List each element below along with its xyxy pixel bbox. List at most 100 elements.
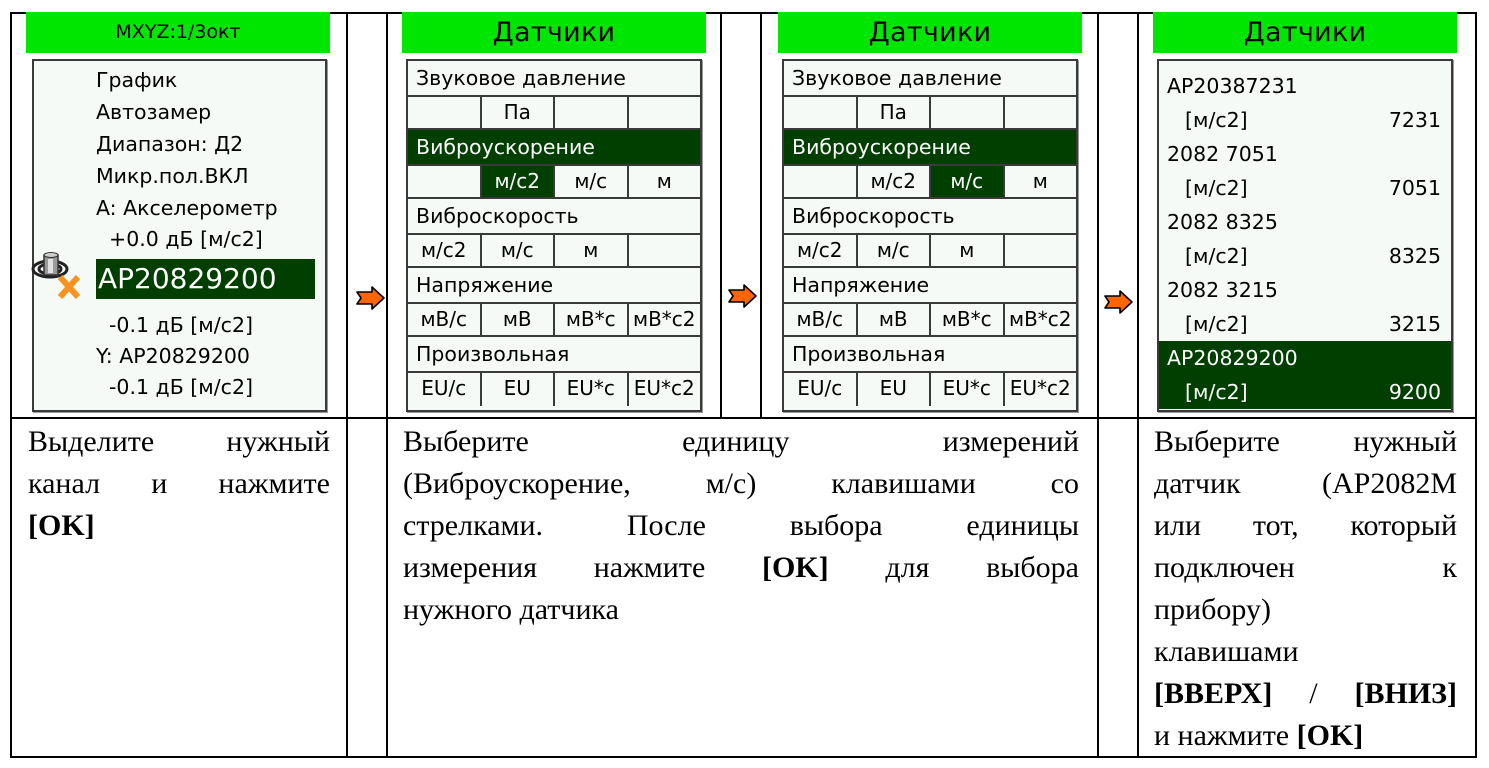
unit-option[interactable]: м	[1005, 166, 1077, 197]
unit-row: Па	[784, 97, 1076, 130]
unit-option[interactable]: м/с	[482, 235, 555, 266]
sensor-code: 8325	[1388, 244, 1441, 268]
menu-item-range[interactable]: Диапазон: Д2	[96, 129, 243, 159]
table-col-line	[1097, 12, 1099, 758]
unit-option[interactable]: м/с2	[858, 166, 931, 197]
device-screen-units-step2: Датчики Звуковое давление Па Виброускорени…	[778, 12, 1082, 412]
screen-header: Датчики	[1153, 12, 1457, 53]
instruction-line: нужного датчика	[403, 589, 1079, 631]
unit-option[interactable]: м	[629, 166, 701, 197]
unit-option[interactable]: мВ/с	[408, 304, 482, 335]
unit-option[interactable]	[931, 97, 1005, 128]
screen-body: Звуковое давление Па Виброускорение м/с2 м/с…	[782, 59, 1078, 412]
unit-option[interactable]	[784, 166, 858, 197]
sensor-list-item[interactable]: 2082 8325 [м/с2] 8325	[1159, 205, 1451, 273]
unit-option[interactable]: м	[555, 235, 629, 266]
unit-option[interactable]: EU*c2	[629, 373, 701, 406]
measurement-type-item[interactable]: Виброскорость	[408, 199, 700, 235]
channel-a-label[interactable]: A: Акселерометр	[96, 193, 278, 223]
unit-option[interactable]	[1005, 97, 1077, 128]
unit-option[interactable]: EU/c	[408, 373, 482, 406]
instruction-line: канал и нажмите	[28, 463, 330, 505]
instruction-line: подключен к	[1154, 547, 1457, 589]
instruction-text: Выберите нужный	[1154, 425, 1457, 458]
unit-option[interactable]: мВ/с	[784, 304, 858, 335]
unit-option[interactable]: мВ	[482, 304, 555, 335]
sensor-list-item[interactable]: AP20829200 [м/с2] 9200	[1159, 341, 1451, 409]
sensor-code: 7231	[1388, 108, 1441, 132]
instruction-text: Выделите нужный	[28, 425, 330, 458]
unit-option[interactable]	[408, 166, 482, 197]
measurement-type-item[interactable]: Напряжение	[784, 268, 1076, 304]
menu-item-automeasure[interactable]: Автозамер	[96, 97, 211, 127]
sensor-list-item[interactable]: 2082 7051 [м/с2] 7051	[1159, 137, 1451, 205]
selected-sensor-item[interactable]: AP20829200	[96, 259, 315, 299]
measurement-type-item[interactable]: Виброускорение	[784, 130, 1076, 166]
arrow-right-icon	[356, 286, 385, 310]
measurement-type-item[interactable]: Виброскорость	[784, 199, 1076, 235]
unit-option[interactable]	[555, 97, 629, 128]
measurement-type-item[interactable]: Звуковое давление	[784, 61, 1076, 97]
instruction-text: клавишами	[1154, 635, 1299, 668]
unit-option[interactable]: мВ*с	[931, 304, 1005, 335]
instruction-text: для выбора	[828, 551, 1079, 584]
unit-option[interactable]	[629, 97, 701, 128]
unit-option[interactable]: мВ*с2	[1005, 304, 1077, 335]
instruction-line: (Виброускорение, м/с) клавишами со	[403, 463, 1079, 505]
unit-option[interactable]: мВ*с2	[629, 304, 701, 335]
unit-row: м/с2 м/с м	[784, 166, 1076, 199]
unit-option[interactable]: м	[931, 235, 1005, 266]
unit-option[interactable]	[629, 235, 701, 266]
unit-option[interactable]: EU*c2	[1005, 373, 1077, 406]
sensor-list-item[interactable]: 2082 3215 [м/с2] 3215	[1159, 273, 1451, 341]
channel-y-label[interactable]: Y: AP20829200	[96, 341, 250, 371]
unit-option[interactable]: мВ*с	[555, 304, 629, 335]
measurement-type-item[interactable]: Звуковое давление	[408, 61, 700, 97]
instruction-line: [OK]	[28, 505, 330, 547]
key-label: [OK]	[761, 551, 829, 584]
instruction-line: датчик (AP2082M	[1154, 463, 1457, 505]
unit-option[interactable]: м/с2	[784, 235, 858, 266]
table-col-line	[346, 12, 348, 758]
arrow-right-icon	[1104, 290, 1133, 314]
unit-option[interactable]: Па	[858, 97, 931, 128]
unit-option[interactable]: EU	[858, 373, 931, 406]
instruction-line: стрелками. После выбора единицы	[403, 505, 1079, 547]
unit-option[interactable]: м/с	[858, 235, 931, 266]
unit-option[interactable]: м/с2	[481, 166, 555, 197]
instruction-line: Выделите нужный	[28, 421, 330, 463]
unit-option[interactable]: м/с	[931, 166, 1005, 197]
unit-option[interactable]: Па	[482, 97, 555, 128]
menu-item-graph[interactable]: График	[96, 65, 177, 95]
measurement-type-item[interactable]: Напряжение	[408, 268, 700, 304]
instruction-line: клавишами	[1154, 631, 1457, 673]
measurement-type-item[interactable]: Виброускорение	[408, 130, 700, 166]
measurement-type-item[interactable]: Произвольная	[408, 337, 700, 373]
arrow-right-icon	[728, 284, 757, 308]
unit-option[interactable]: м/с	[555, 166, 629, 197]
sensor-unit: [м/с2]	[1185, 380, 1248, 404]
instruction-text: нужного датчика	[403, 593, 619, 626]
unit-option[interactable]: EU*c	[555, 373, 629, 406]
instruction-text: измерения нажмите	[403, 551, 762, 584]
instruction-line: Выберите нужный	[1154, 421, 1457, 463]
unit-option[interactable]: мВ	[858, 304, 931, 335]
unit-option[interactable]	[408, 97, 482, 128]
instruction-text: и нажмите	[1154, 719, 1297, 752]
unit-option[interactable]: EU/c	[784, 373, 858, 406]
screen-header: Датчики	[778, 12, 1082, 53]
measurement-type-item[interactable]: Произвольная	[784, 337, 1076, 373]
menu-item-mic-polarization[interactable]: Микр.пол.ВКЛ	[96, 161, 249, 191]
sensor-list-item[interactable]: AP20387231 [м/с2] 7231	[1159, 69, 1451, 137]
device-screen-units-step1: Датчики Звуковое давление Па Виброускорени…	[402, 12, 706, 412]
unit-option[interactable]	[784, 97, 858, 128]
table-col-line	[1475, 12, 1477, 758]
unit-option[interactable]: EU*c	[931, 373, 1005, 406]
unit-option[interactable]: м/с2	[408, 235, 482, 266]
table-border-middle	[10, 417, 1477, 419]
sensor-name: AP20387231	[1167, 74, 1298, 98]
unit-option[interactable]: EU	[482, 373, 555, 406]
instruction-line: [ВВЕРХ] / [ВНИЗ]	[1154, 673, 1457, 715]
unit-option[interactable]	[1005, 235, 1077, 266]
instruction-text: или тот, который	[1154, 509, 1457, 542]
